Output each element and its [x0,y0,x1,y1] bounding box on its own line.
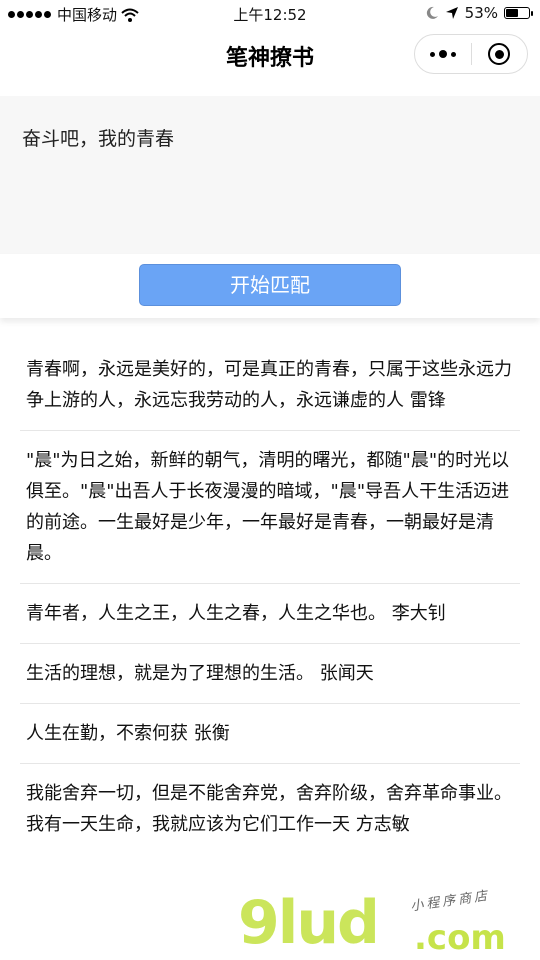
mini-program-capsule [414,34,528,74]
list-item[interactable]: 人生在勤，不索何获 张衡 [20,704,520,764]
watermark-logo: 9lud [238,888,380,958]
list-item[interactable]: 青春啊，永远是美好的，可是真正的青春，只属于这些永远力争上游的人，永远忘我劳动的… [20,340,520,431]
quote-list: 青春啊，永远是美好的，可是真正的青春，只属于这些永远力争上游的人，永远忘我劳动的… [0,340,540,854]
watermark-sub: 小程序商店 [409,888,491,915]
button-zone: 开始匹配 [0,254,540,318]
moon-icon [426,6,438,19]
more-dot-icon [438,50,447,58]
status-right: 53% [425,4,533,22]
input-text: 奋斗吧，我的青春 [22,128,175,150]
more-button[interactable] [415,35,471,73]
watermark-com: .com [414,918,506,958]
battery-percent: 53% [464,4,498,22]
nav-bar: 笔神撩书 [0,28,540,80]
list-item[interactable]: 生活的理想，就是为了理想的生活。 张闻天 [20,644,520,704]
start-match-button[interactable]: 开始匹配 [139,264,401,306]
text-input-area[interactable]: 奋斗吧，我的青春 [0,96,540,254]
more-dot-icon [450,51,456,57]
list-item[interactable]: "晨"为日之始，新鲜的朝气，清明的曙光，都随"晨"的时光以俱至。"晨"出吾人于长… [20,431,520,584]
list-item[interactable]: 青年者，人生之王，人生之春，人生之华也。 李大钊 [20,584,520,644]
more-dot-icon [429,51,435,57]
watermark: 9lud 小程序商店 .com [238,888,538,958]
list-item[interactable]: 我能舍弃一切，但是不能舍弃党，舍弃阶级，舍弃革命事业。我有一天生命，我就应该为它… [20,764,520,854]
close-button[interactable] [471,35,527,73]
target-icon [488,43,511,65]
status-bar: 中国移动 上午12:52 53% [0,0,540,28]
battery-icon [504,7,533,19]
location-icon [445,7,458,19]
